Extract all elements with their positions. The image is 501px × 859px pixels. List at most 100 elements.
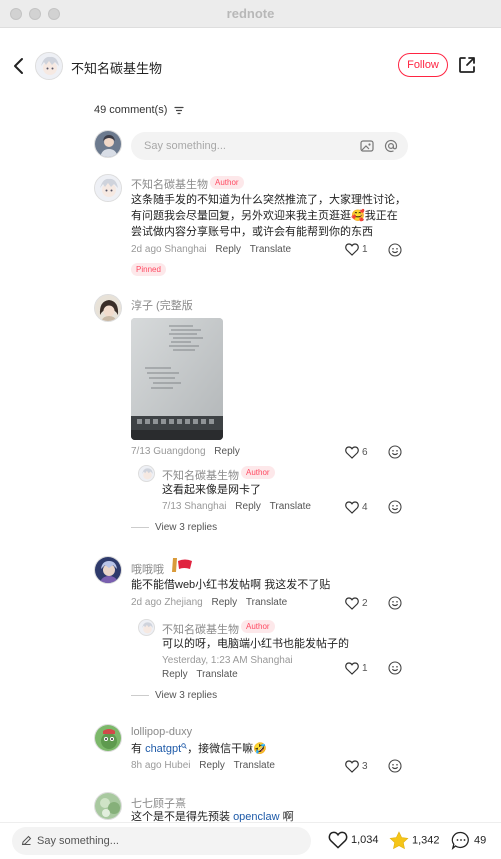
- search-link[interactable]: chatgpt: [145, 743, 181, 755]
- comment-icon: [451, 831, 469, 850]
- image-icon[interactable]: [359, 138, 375, 154]
- bottom-comment-input[interactable]: Say something...: [12, 827, 311, 855]
- post-header: 不知名碳基生物 Follow: [0, 48, 501, 86]
- post-collect-count: 1,342: [412, 834, 440, 847]
- smile-icon[interactable]: [388, 500, 402, 514]
- author-avatar[interactable]: [35, 52, 63, 80]
- reply-username[interactable]: 不知名碳基生物: [162, 621, 239, 637]
- comment-text-line: 有问题我会尽量回复，另外欢迎来我主页逛逛🥰我正在: [131, 210, 398, 222]
- comment-avatar[interactable]: [94, 556, 122, 584]
- view-replies-label: View 3 replies: [155, 522, 218, 533]
- reply-meta: 7/13 Shanghai Reply Translate: [162, 501, 311, 512]
- post-like-count: 1,034: [351, 833, 379, 846]
- comment-count: 49 comment(s): [94, 104, 185, 116]
- pinned-badge: Pinned: [131, 263, 166, 276]
- reply-button[interactable]: Reply: [199, 760, 225, 771]
- reply-button[interactable]: Reply: [214, 446, 240, 457]
- author-name[interactable]: 不知名碳基生物: [71, 58, 162, 77]
- translate-button[interactable]: Translate: [234, 760, 275, 771]
- translate-button[interactable]: Translate: [246, 597, 287, 608]
- comment-text-line: 这条随手发的不知道为什么突然推流了，大家理性讨论，: [131, 194, 406, 206]
- bottom-action-bar: Say something... 1,034 1,342 49: [0, 822, 501, 859]
- window-titlebar: rednote: [0, 0, 501, 28]
- translate-button[interactable]: Translate: [270, 501, 311, 512]
- mention-icon[interactable]: [383, 138, 399, 154]
- pencil-icon: [21, 835, 32, 846]
- like-count: 6: [362, 447, 368, 459]
- like-count: 1: [362, 244, 368, 256]
- like-button[interactable]: 2: [345, 597, 368, 610]
- reply-text: 可以的呀，电脑端小红书也能发帖子的: [162, 638, 349, 650]
- like-button[interactable]: 4: [345, 501, 368, 514]
- reply-avatar[interactable]: [138, 465, 155, 482]
- like-button[interactable]: 1: [345, 662, 368, 675]
- post-comment-count: 49: [474, 834, 487, 847]
- like-count: 4: [362, 502, 368, 514]
- divider: [131, 526, 149, 528]
- like-button[interactable]: 3: [345, 760, 368, 773]
- view-replies-button[interactable]: View 3 replies: [131, 690, 217, 701]
- like-count: 3: [362, 761, 368, 773]
- comment-text: 能不能借web小红书发帖啊 我这发不了贴: [131, 579, 331, 591]
- reply-button[interactable]: Reply: [212, 597, 238, 608]
- bottom-input-placeholder: Say something...: [37, 835, 119, 847]
- reply-button[interactable]: Reply: [215, 244, 241, 255]
- comment-avatar[interactable]: [94, 294, 122, 322]
- comment-time-location: 7/13 Guangdong: [131, 446, 206, 457]
- like-button[interactable]: 6: [345, 446, 368, 459]
- comment-avatar[interactable]: [94, 792, 122, 820]
- smile-icon[interactable]: [388, 759, 402, 773]
- sort-icon[interactable]: [174, 106, 185, 115]
- comment-text-line: 尝试做内容分享账号中，或许会有能帮到你的东西: [131, 226, 373, 238]
- reply-username[interactable]: 不知名碳基生物: [162, 467, 239, 483]
- comment-image[interactable]: [131, 318, 223, 440]
- like-count: 2: [362, 598, 368, 610]
- comment-time-location: 2d ago Shanghai: [131, 244, 207, 255]
- comment-count-label: 49 comment(s): [94, 104, 168, 116]
- author-badge: Author: [241, 466, 275, 479]
- comment-meta: 2d ago Zhejiang Reply Translate: [131, 597, 287, 608]
- comment-input-placeholder: Say something...: [144, 140, 226, 152]
- reply-avatar[interactable]: [138, 619, 155, 636]
- comment-meta: 2d ago Shanghai Reply Translate: [131, 244, 291, 255]
- comment-username[interactable]: 不知名碳基生物: [131, 176, 208, 192]
- post-like-button[interactable]: 1,034: [328, 831, 379, 849]
- comment-avatar[interactable]: [94, 724, 122, 752]
- view-replies-label: View 3 replies: [155, 690, 218, 701]
- divider: [131, 694, 149, 696]
- reply-actions: Reply Translate: [156, 669, 238, 680]
- view-replies-button[interactable]: View 3 replies: [131, 522, 217, 533]
- comment-username[interactable]: lollipop-duxy: [131, 726, 192, 738]
- heart-icon: [345, 760, 359, 773]
- reply-button[interactable]: Reply: [162, 669, 188, 680]
- comment-time-location: 2d ago Zhejiang: [131, 597, 203, 608]
- comment-text: 有 chatgpt ，接微信干嘛🤣: [131, 741, 267, 757]
- follow-button[interactable]: Follow: [398, 53, 448, 77]
- back-icon[interactable]: [10, 56, 28, 76]
- smile-icon[interactable]: [388, 243, 402, 257]
- comment-time-location: 8h ago Hubei: [131, 760, 191, 771]
- author-badge: Author: [241, 620, 275, 633]
- current-user-avatar: [94, 130, 122, 158]
- share-icon[interactable]: [456, 54, 478, 76]
- reply-button[interactable]: Reply: [235, 501, 261, 512]
- smile-icon[interactable]: [388, 445, 402, 459]
- comment-avatar[interactable]: [94, 174, 122, 202]
- translate-button[interactable]: Translate: [196, 669, 237, 680]
- comment-meta: 8h ago Hubei Reply Translate: [131, 760, 275, 771]
- post-comment-button[interactable]: 49: [451, 831, 486, 850]
- like-button[interactable]: 1: [345, 243, 368, 256]
- comment-username[interactable]: 哦哦哦: [131, 561, 164, 577]
- window-title: rednote: [226, 6, 275, 21]
- comment-input[interactable]: Say something...: [131, 132, 408, 160]
- comment-username[interactable]: 淳子 (完整版: [131, 297, 193, 313]
- post-collect-button[interactable]: 1,342: [389, 831, 440, 850]
- heart-icon: [328, 831, 348, 849]
- smile-icon[interactable]: [388, 596, 402, 610]
- author-badge: Author: [210, 176, 244, 189]
- translate-button[interactable]: Translate: [250, 244, 291, 255]
- comment-text-prefix: 有: [131, 743, 146, 755]
- smile-icon[interactable]: [388, 661, 402, 675]
- heart-icon: [345, 662, 359, 675]
- star-icon: [389, 831, 409, 850]
